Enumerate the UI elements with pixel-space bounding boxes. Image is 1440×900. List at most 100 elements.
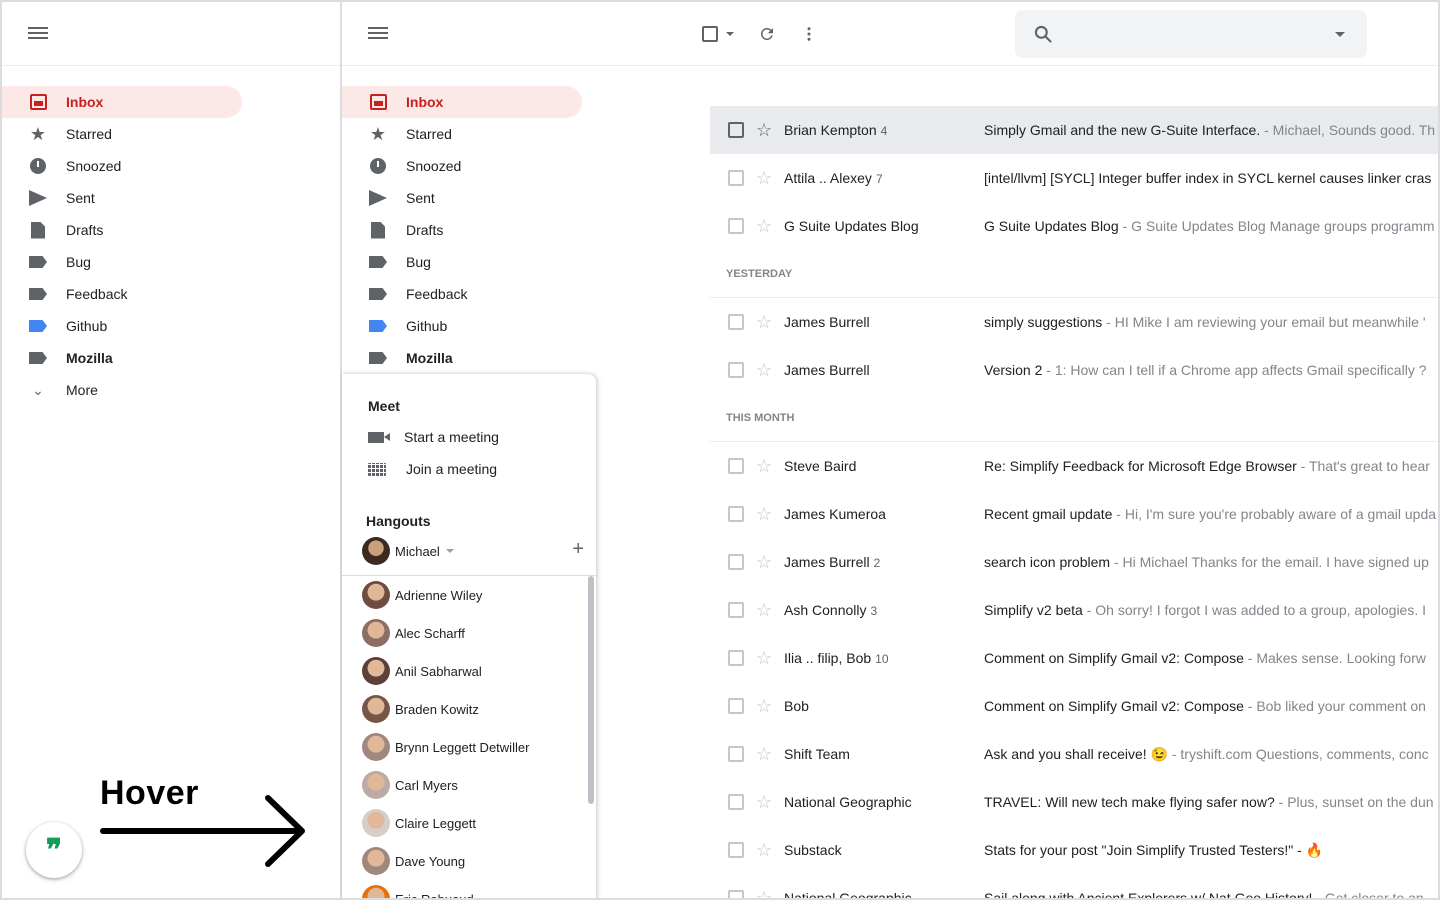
contact-item[interactable]: Braden Kowitz [342, 690, 596, 728]
hangouts-fab[interactable]: ❞ [26, 822, 82, 878]
email-checkbox[interactable] [728, 554, 744, 570]
sidebar-item-starred[interactable]: ★ Starred [2, 118, 242, 150]
email-checkbox[interactable] [728, 170, 744, 186]
label-icon [368, 284, 388, 304]
contact-item[interactable]: Brynn Leggett Detwiller [342, 728, 596, 766]
avatar [362, 885, 390, 898]
sidebar-item-mozilla[interactable]: Mozilla [2, 342, 242, 374]
email-checkbox[interactable] [728, 314, 744, 330]
select-all-checkbox[interactable] [702, 25, 734, 42]
star-icon[interactable]: ☆ [756, 600, 776, 621]
star-icon[interactable]: ☆ [756, 840, 776, 861]
email-checkbox[interactable] [728, 602, 744, 618]
star-icon[interactable]: ☆ [756, 312, 776, 333]
sidebar-item-bug[interactable]: Bug [2, 246, 242, 278]
hangouts-account[interactable]: Michael + [362, 536, 592, 566]
email-row[interactable]: ☆ Steve Baird Re: Simplify Feedback for Mi… [710, 442, 1438, 490]
start-meeting-button[interactable]: Start a meeting [342, 421, 596, 453]
email-checkbox[interactable] [728, 506, 744, 522]
sidebar-item-drafts[interactable]: Drafts [2, 214, 242, 246]
sidebar-item-sent[interactable]: Sent [2, 182, 242, 214]
new-conversation-icon[interactable]: + [572, 538, 584, 561]
email-checkbox[interactable] [728, 362, 744, 378]
main-menu-icon[interactable] [368, 24, 388, 44]
email-row[interactable]: ☆ Ash Connolly 3 Simplify v2 beta - Oh sorr… [710, 586, 1438, 634]
star-icon[interactable]: ☆ [756, 552, 776, 573]
sender-name: G Suite Updates Blog [784, 218, 919, 234]
sidebar-item-more[interactable]: ⌄ More [2, 374, 242, 406]
email-checkbox[interactable] [728, 746, 744, 762]
sidebar-item-github[interactable]: Github [2, 310, 242, 342]
sidebar-item-snoozed[interactable]: Snoozed [2, 150, 242, 182]
email-subject: Stats for your post "Join Simplify Trust… [984, 841, 1324, 858]
email-row[interactable]: ☆ Brian Kempton 4 Simply Gmail and the new … [710, 106, 1438, 154]
email-row[interactable]: ☆ James Burrell 2 search icon problem - Hi … [710, 538, 1438, 586]
contact-item[interactable]: Anil Sabharwal [342, 652, 596, 690]
sidebar-item-feedback[interactable]: Feedback [342, 278, 582, 310]
main-menu-icon[interactable] [28, 24, 48, 44]
sidebar-item-inbox[interactable]: Inbox [2, 86, 242, 118]
star-icon[interactable]: ☆ [756, 120, 776, 141]
email-row[interactable]: ☆ James Burrell simply suggestions - HI Mi… [710, 298, 1438, 346]
sidebar-item-snoozed[interactable]: Snoozed [342, 150, 582, 182]
sidebar-item-label: Mozilla [406, 350, 453, 366]
star-icon[interactable]: ☆ [756, 504, 776, 525]
search-icon[interactable] [1033, 24, 1053, 44]
email-row[interactable]: ☆ Bob Comment on Simplify Gmail v2: Compos… [710, 682, 1438, 730]
email-checkbox[interactable] [728, 218, 744, 234]
send-icon [28, 188, 48, 208]
more-actions-button[interactable] [800, 25, 818, 43]
app-window: Inbox ★ Starred Snoozed Sent Drafts Bug Feedbac… [0, 0, 1440, 900]
email-row[interactable]: ☆ National Geographic TRAVEL: Will new tec… [710, 778, 1438, 826]
star-icon[interactable]: ☆ [756, 888, 776, 899]
email-row[interactable]: ☆ James Burrell Version 2 - 1: How can I t… [710, 346, 1438, 394]
star-icon[interactable]: ☆ [756, 744, 776, 765]
star-icon[interactable]: ☆ [756, 648, 776, 669]
contact-item[interactable]: Claire Leggett [342, 804, 596, 842]
contact-item[interactable]: Eric Rabuaud [342, 880, 596, 898]
sidebar-item-feedback[interactable]: Feedback [2, 278, 242, 310]
star-icon[interactable]: ☆ [756, 360, 776, 381]
email-row[interactable]: ☆ James Kumeroa Recent gmail update - Hi, … [710, 490, 1438, 538]
star-icon[interactable]: ☆ [756, 696, 776, 717]
star-icon[interactable]: ☆ [756, 216, 776, 237]
email-checkbox[interactable] [728, 794, 744, 810]
sidebar-item-drafts[interactable]: Drafts [342, 214, 582, 246]
email-sender: Substack [784, 842, 984, 858]
contact-item[interactable]: Adrienne Wiley [342, 576, 596, 614]
draft-icon [28, 220, 48, 240]
email-row[interactable]: ☆ Attila .. Alexey 7 [intel/llvm] [SYCL] In… [710, 154, 1438, 202]
refresh-button[interactable] [758, 25, 776, 43]
sidebar-item-bug[interactable]: Bug [342, 246, 582, 278]
sidebar-item-github[interactable]: Github [342, 310, 582, 342]
email-sender: National Geographic [784, 890, 984, 898]
search-options-icon[interactable] [1335, 32, 1345, 37]
star-icon[interactable]: ☆ [756, 792, 776, 813]
star-icon[interactable]: ☆ [756, 456, 776, 477]
contact-item[interactable]: Carl Myers [342, 766, 596, 804]
email-sender: Shift Team [784, 746, 984, 762]
email-checkbox[interactable] [728, 650, 744, 666]
sidebar-item-inbox[interactable]: Inbox [342, 86, 582, 118]
email-checkbox[interactable] [728, 458, 744, 474]
email-sender: Ilia .. filip, Bob 10 [784, 650, 984, 666]
sidebar-item-sent[interactable]: Sent [342, 182, 582, 214]
email-row[interactable]: ☆ Substack Stats for your post "Join Simpl… [710, 826, 1438, 874]
email-row[interactable]: ☆ G Suite Updates Blog G Suite Updates Blo… [710, 202, 1438, 250]
chevron-down-icon: ⌄ [32, 381, 44, 398]
email-checkbox[interactable] [728, 122, 744, 138]
contact-item[interactable]: Dave Young [342, 842, 596, 880]
scrollbar[interactable] [588, 576, 594, 804]
email-row[interactable]: ☆ Ilia .. filip, Bob 10 Comment on Simplify… [710, 634, 1438, 682]
search-bar[interactable] [1015, 10, 1367, 58]
star-icon[interactable]: ☆ [756, 168, 776, 189]
email-checkbox[interactable] [728, 890, 744, 898]
contact-item[interactable]: Alec Scharff [342, 614, 596, 652]
email-row[interactable]: ☆ National Geographic Sail along with Anci… [710, 874, 1438, 899]
email-checkbox[interactable] [728, 698, 744, 714]
email-row[interactable]: ☆ Shift Team Ask and you shall receive! 😉 … [710, 730, 1438, 778]
sidebar-item-mozilla[interactable]: Mozilla [342, 342, 582, 374]
email-checkbox[interactable] [728, 842, 744, 858]
join-meeting-button[interactable]: Join a meeting [342, 453, 596, 485]
sidebar-item-starred[interactable]: ★ Starred [342, 118, 582, 150]
